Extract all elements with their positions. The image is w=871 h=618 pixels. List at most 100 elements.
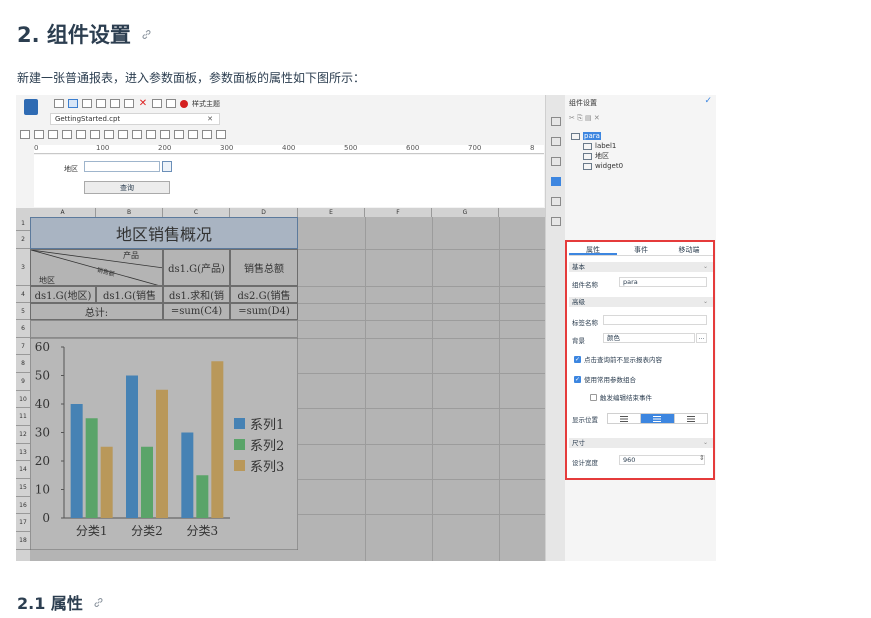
- row-header[interactable]: 5: [16, 303, 30, 320]
- width-stepper-icon[interactable]: ⇕: [699, 454, 705, 462]
- col-header-b[interactable]: B: [96, 208, 163, 217]
- cell-c5[interactable]: =sum(C4): [163, 303, 230, 320]
- cut-icon[interactable]: [96, 99, 106, 108]
- col-header-e[interactable]: E: [298, 208, 365, 217]
- align-right-option[interactable]: [675, 414, 707, 423]
- section-advanced[interactable]: 高级 ⌄: [569, 297, 713, 307]
- row-header[interactable]: 12: [16, 426, 30, 444]
- col-header-g[interactable]: G: [432, 208, 499, 217]
- cell-d3[interactable]: 销售总额: [230, 249, 298, 286]
- cell-d5[interactable]: =sum(D4): [230, 303, 298, 320]
- export-icon[interactable]: [166, 99, 176, 108]
- name-field[interactable]: para: [619, 277, 707, 287]
- report-title-cell[interactable]: 地区销售概况: [30, 217, 298, 249]
- slash-header-cell[interactable]: 产品 销售额 地区: [30, 249, 163, 286]
- tab-events[interactable]: 事件: [617, 244, 665, 255]
- cell-c3[interactable]: ds1.G(产品): [163, 249, 230, 286]
- cell-d4[interactable]: ds2.G(销售: [230, 286, 298, 303]
- format-icon-9[interactable]: [132, 130, 142, 139]
- report-grid[interactable]: A B C D E F G 1 2 3 4 5 6 7 8 9 10 11 12…: [16, 208, 545, 561]
- redo-icon[interactable]: [82, 99, 92, 108]
- link-tool-icon[interactable]: [551, 217, 561, 226]
- hyperlink-icon[interactable]: [551, 197, 561, 206]
- link-icon[interactable]: [141, 29, 152, 40]
- query-button[interactable]: 查询: [84, 181, 170, 194]
- row-header[interactable]: 6: [16, 320, 30, 338]
- format-icon-10[interactable]: [146, 130, 156, 139]
- record-icon[interactable]: [180, 99, 188, 108]
- row-header[interactable]: 3: [16, 249, 30, 286]
- cell-total-label[interactable]: 总计:: [30, 303, 163, 320]
- copy-icon[interactable]: [110, 99, 120, 108]
- panel-cut-icon[interactable]: ✂: [569, 114, 575, 122]
- col-header-d[interactable]: D: [230, 208, 298, 217]
- row-header[interactable]: 14: [16, 461, 30, 479]
- row-header[interactable]: 18: [16, 532, 30, 550]
- option-hide-before-query[interactable]: ✓ 点击查询前不显示报表内容: [574, 354, 662, 364]
- row-header[interactable]: 4: [16, 286, 30, 303]
- row-header[interactable]: 10: [16, 391, 30, 408]
- align-left-option[interactable]: [608, 414, 642, 423]
- width-field[interactable]: 960: [619, 455, 705, 465]
- row-header[interactable]: 2: [16, 231, 30, 249]
- align-center-option[interactable]: [641, 414, 675, 423]
- format-icon-11[interactable]: [160, 130, 170, 139]
- preview-icon[interactable]: [152, 99, 162, 108]
- cell-attr-icon[interactable]: [551, 117, 561, 126]
- panel-paste-icon[interactable]: ▤: [585, 114, 592, 122]
- cell-a4[interactable]: ds1.G(地区): [30, 286, 96, 303]
- format-icon-13[interactable]: [188, 130, 198, 139]
- tab-properties[interactable]: 属性: [569, 244, 617, 255]
- row-header[interactable]: 13: [16, 444, 30, 461]
- pin-icon[interactable]: ✓: [704, 96, 712, 106]
- section-size[interactable]: 尺寸 ⌄: [569, 438, 713, 448]
- format-icon-7[interactable]: [104, 130, 114, 139]
- col-header-a[interactable]: A: [30, 208, 96, 217]
- section-basic[interactable]: 基本 ⌄: [569, 262, 713, 272]
- format-icon-2[interactable]: [34, 130, 44, 139]
- option-common-params[interactable]: ✓ 使用常用参数组合: [574, 374, 636, 384]
- widget-settings-icon[interactable]: [551, 177, 561, 186]
- row-header[interactable]: 15: [16, 479, 30, 497]
- cell-c4[interactable]: ds1.求和(销: [163, 286, 230, 303]
- format-icon-15[interactable]: [216, 130, 226, 139]
- format-icon-5[interactable]: [76, 130, 86, 139]
- col-header-f[interactable]: F: [365, 208, 432, 217]
- background-more-button[interactable]: ...: [696, 333, 707, 343]
- panel-delete-icon[interactable]: ✕: [594, 114, 600, 122]
- format-icon-6[interactable]: [90, 130, 100, 139]
- param-dropdown-button[interactable]: [162, 161, 172, 172]
- cell-b4[interactable]: ds1.G(销售: [96, 286, 163, 303]
- tree-node-label1[interactable]: label1: [583, 142, 623, 150]
- option-edit-end-event[interactable]: 触发编辑结束事件: [590, 392, 652, 402]
- row-header[interactable]: 8: [16, 355, 30, 373]
- close-tab-icon[interactable]: ✕: [207, 115, 213, 123]
- format-icon-8[interactable]: [118, 130, 128, 139]
- delete-icon[interactable]: ✕: [138, 99, 148, 109]
- cell-row6[interactable]: [30, 320, 298, 338]
- bar-chart[interactable]: 0 10 20 30 40 50 60 分类1 分类2 分类3 系列1 系列2 系列3: [30, 338, 298, 550]
- tree-node-para[interactable]: para: [571, 132, 623, 140]
- format-icon-3[interactable]: [48, 130, 58, 139]
- format-icon-4[interactable]: [62, 130, 72, 139]
- row-header[interactable]: 9: [16, 373, 30, 391]
- tag-field[interactable]: [603, 315, 707, 325]
- condition-icon[interactable]: [551, 157, 561, 166]
- row-header[interactable]: 17: [16, 514, 30, 532]
- tab-mobile[interactable]: 移动端: [665, 244, 713, 255]
- format-icon-12[interactable]: [174, 130, 184, 139]
- col-header-c[interactable]: C: [163, 208, 230, 217]
- link-icon[interactable]: [93, 597, 104, 608]
- theme-button[interactable]: 样式主题: [192, 99, 220, 109]
- format-icon-14[interactable]: [202, 130, 212, 139]
- tree-node-region[interactable]: 地区: [583, 151, 623, 161]
- row-header[interactable]: 16: [16, 497, 30, 514]
- format-icon-1[interactable]: [20, 130, 30, 139]
- float-attr-icon[interactable]: [551, 137, 561, 146]
- file-tab[interactable]: GettingStarted.cpt ✕: [50, 113, 220, 125]
- tree-node-widget0[interactable]: widget0: [583, 162, 623, 170]
- background-field[interactable]: 颜色: [603, 333, 695, 343]
- param-region-input[interactable]: [84, 161, 160, 172]
- row-header[interactable]: 1: [16, 217, 30, 231]
- paste-icon[interactable]: [124, 99, 134, 108]
